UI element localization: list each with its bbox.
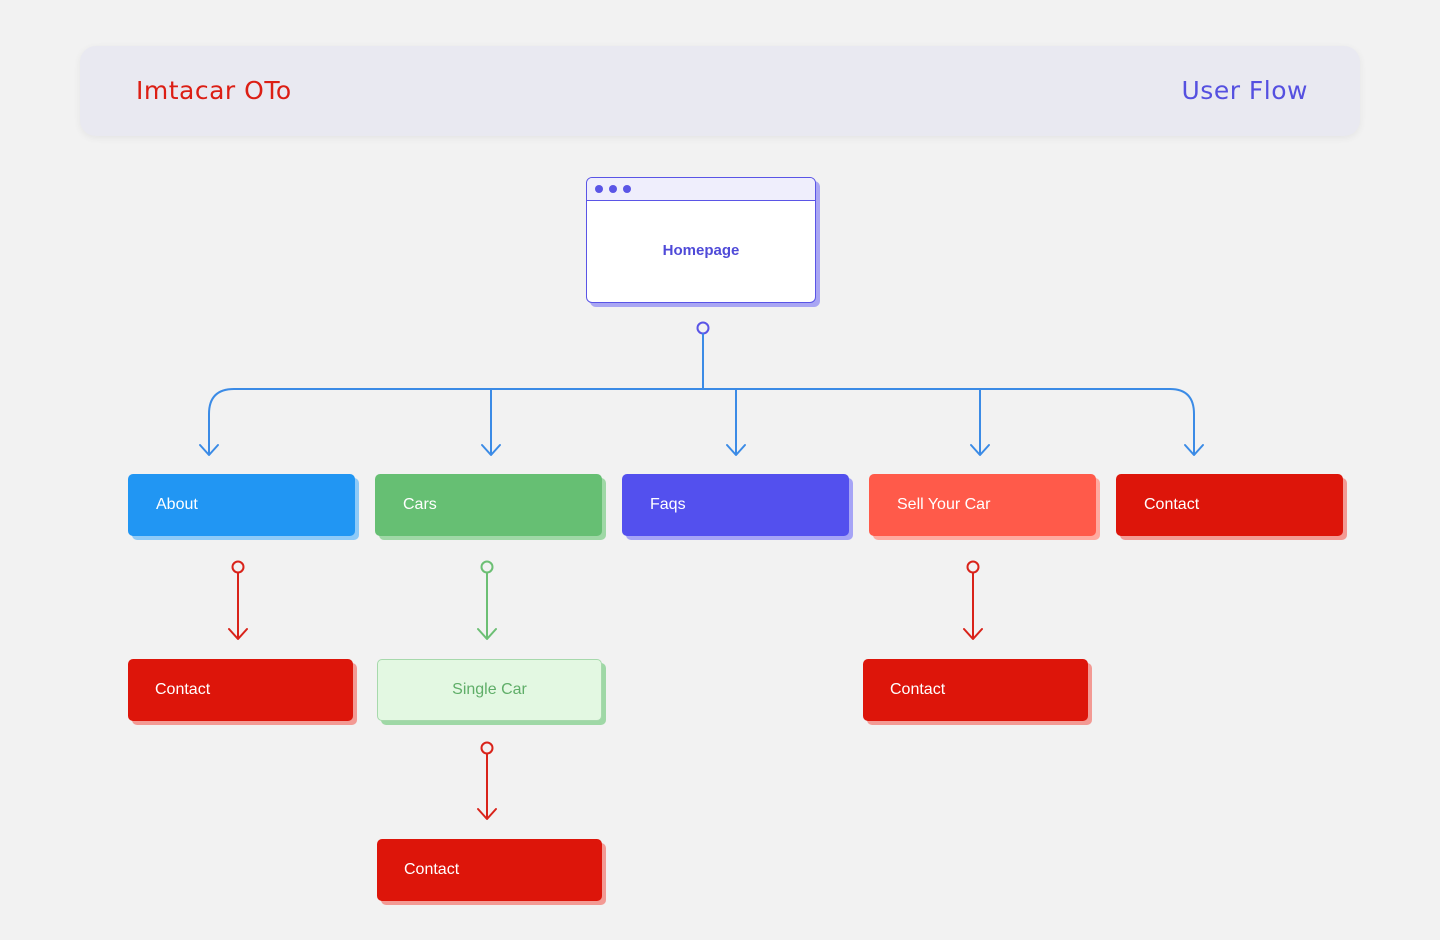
sell-contact-label: Contact — [890, 681, 946, 698]
sell-your-car-node[interactable]: Sell Your Car — [869, 474, 1096, 536]
window-dot-icon — [609, 185, 617, 193]
single-car-contact-node[interactable]: Contact — [377, 839, 602, 901]
single-car-node[interactable]: Single Car — [377, 659, 602, 721]
faqs-node[interactable]: Faqs — [622, 474, 849, 536]
window-dot-icon — [623, 185, 631, 193]
sell-contact-connector — [963, 560, 983, 640]
window-title-bar — [587, 178, 815, 201]
homepage-node[interactable]: Homepage — [586, 177, 816, 303]
homepage-label: Homepage — [662, 242, 740, 259]
about-contact-label: Contact — [155, 681, 211, 698]
sell-contact-node[interactable]: Contact — [863, 659, 1088, 721]
about-label: About — [156, 496, 198, 513]
flow-connectors — [199, 321, 1204, 820]
cars-single-car-connector — [477, 560, 497, 640]
about-contact-connector — [228, 560, 248, 640]
single-car-contact-label: Contact — [404, 861, 460, 878]
single-car-contact-connector — [477, 741, 497, 820]
cars-label: Cars — [403, 496, 437, 513]
sell-your-car-label: Sell Your Car — [897, 496, 991, 513]
branch-arrowheads — [199, 444, 1204, 456]
about-contact-node[interactable]: Contact — [128, 659, 353, 721]
root-connector-handle — [696, 321, 710, 335]
window-dot-icon — [595, 185, 603, 193]
root-connector — [208, 321, 1195, 455]
single-car-label: Single Car — [452, 681, 527, 698]
contact-node[interactable]: Contact — [1116, 474, 1343, 536]
cars-node[interactable]: Cars — [375, 474, 602, 536]
about-node[interactable]: About — [128, 474, 355, 536]
faqs-label: Faqs — [650, 496, 686, 513]
contact-label: Contact — [1144, 496, 1200, 513]
